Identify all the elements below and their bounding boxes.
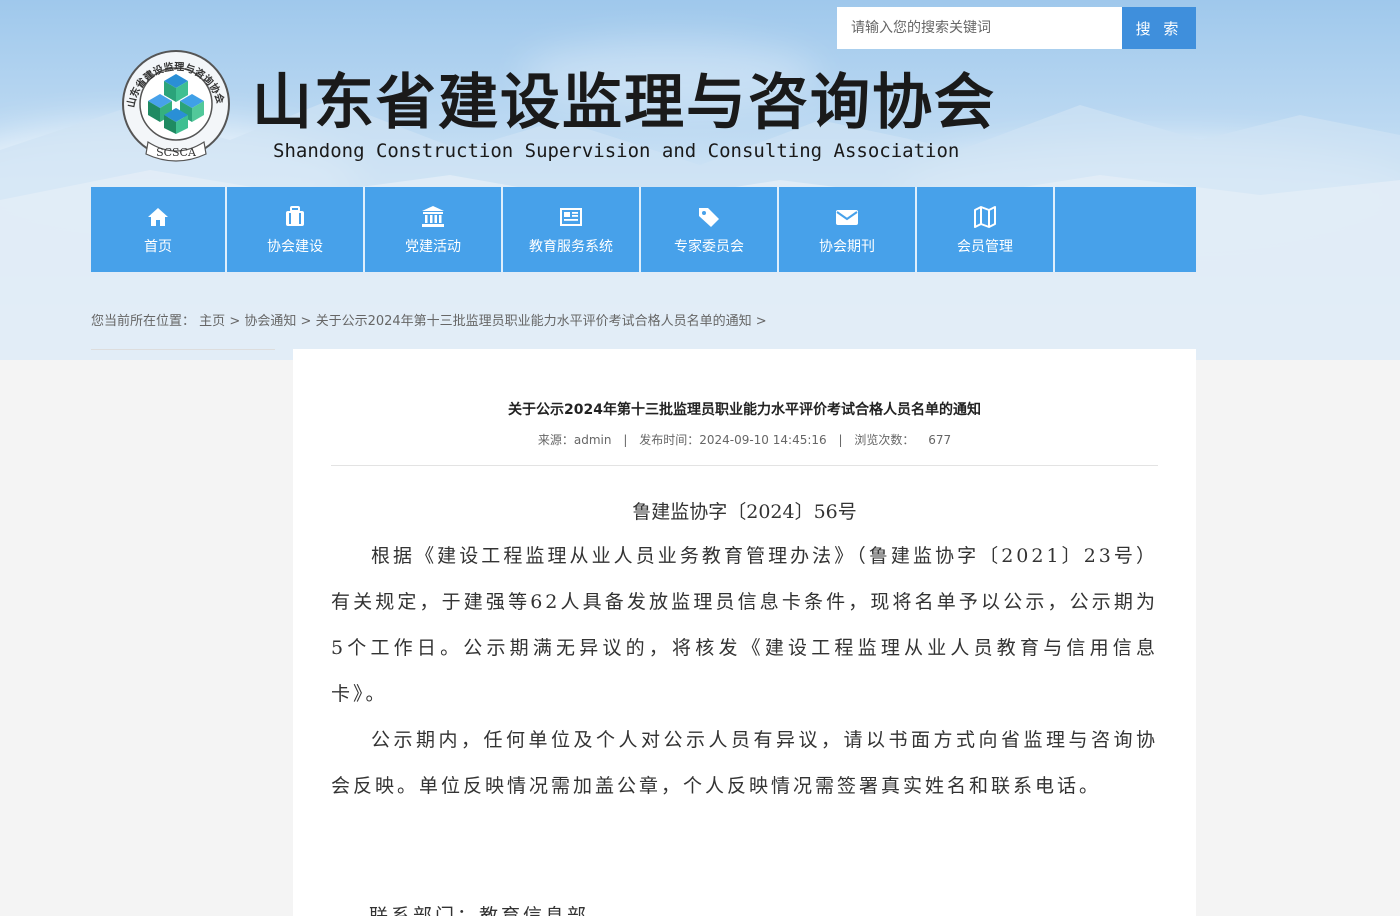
nav-item-members[interactable]: 会员管理 (917, 187, 1055, 272)
breadcrumb-prefix: 您当前所在位置： (91, 314, 196, 329)
newspaper-icon (560, 207, 582, 226)
map-icon (974, 205, 996, 228)
article-meta: 来源：admin | 发布时间：2024-09-10 14:45:16 | 浏览… (293, 431, 1196, 448)
association-logo: 山东省建设监理与咨询协会 SCSCA (122, 50, 230, 162)
article-paragraph: 根据《建设工程监理从业人员业务教育管理办法》（鲁建监协字〔2021〕23号）有关… (331, 545, 1158, 705)
nav-item-label: 协会建设 (267, 238, 323, 255)
sidebar-divider (91, 349, 275, 350)
search-input[interactable] (837, 7, 1122, 49)
nav-item-label: 教育服务系统 (529, 238, 613, 255)
breadcrumb-separator: > (229, 314, 241, 329)
contact-department: 联系部门：教育信息部 (369, 905, 590, 916)
site-subtitle: Shandong Construction Supervision and Co… (273, 140, 960, 162)
nav-item-party[interactable]: 党建活动 (365, 187, 503, 272)
article-paragraph: 公示期内，任何单位及个人对公示人员有异议，请以书面方式向省监理与咨询协会反映。单… (331, 729, 1158, 797)
site-title: 山东省建设监理与咨询协会 (252, 68, 996, 138)
article-source: 来源：admin (537, 433, 612, 447)
nav-item-home[interactable]: 首页 (91, 187, 227, 272)
breadcrumb-separator: > (755, 314, 767, 329)
article-title: 关于公示2024年第十三批监理员职业能力水平评价考试合格人员名单的通知 (508, 402, 981, 418)
nav-item-label: 党建活动 (405, 238, 461, 255)
nav-item-label: 会员管理 (957, 238, 1013, 255)
document-number: 鲁建监协字〔2024〕56号 (632, 501, 857, 523)
nav-item-label: 协会期刊 (819, 238, 875, 255)
nav-item-education[interactable]: 教育服务系统 (503, 187, 641, 272)
nav-item-association[interactable]: 协会建设 (227, 187, 365, 272)
tags-icon (699, 207, 719, 227)
main-nav: 首页 协会建设 党建活动 教育服务系统 专家委员会 协会期刊 会员管理 (91, 187, 1196, 272)
meta-separator: | (623, 433, 628, 447)
breadcrumb-current-link[interactable]: 关于公示2024年第十三批监理员职业能力水平评价考试合格人员名单的通知 (316, 314, 752, 329)
meta-separator: | (838, 433, 843, 447)
article-divider (331, 465, 1158, 466)
nav-item-label: 专家委员会 (674, 238, 744, 255)
article-views-label: 浏览次数： (854, 433, 915, 447)
article-panel: 关于公示2024年第十三批监理员职业能力水平评价考试合格人员名单的通知 来源：a… (293, 349, 1196, 916)
search-button[interactable]: 搜 索 (1122, 7, 1196, 49)
breadcrumb: 您当前所在位置： 主页 > 协会通知 > 关于公示2024年第十三批监理员职业能… (91, 310, 767, 329)
envelope-icon (836, 209, 858, 225)
svg-text:SCSCA: SCSCA (156, 146, 197, 159)
institution-icon (422, 205, 444, 227)
article-published: 发布时间：2024-09-10 14:45:16 (639, 433, 827, 447)
nav-item-journal[interactable]: 协会期刊 (779, 187, 917, 272)
article-views-count: 677 (928, 433, 952, 447)
breadcrumb-home-link[interactable]: 主页 (199, 314, 225, 329)
briefcase-icon (286, 205, 304, 226)
home-icon (148, 207, 168, 226)
breadcrumb-category-link[interactable]: 协会通知 (244, 314, 296, 329)
nav-item-label: 首页 (144, 238, 172, 255)
article-body: 根据《建设工程监理从业人员业务教育管理办法》（鲁建监协字〔2021〕23号）有关… (331, 533, 1158, 809)
nav-item-experts[interactable]: 专家委员会 (641, 187, 779, 272)
nav-filler (1055, 187, 1196, 272)
breadcrumb-separator: > (300, 314, 312, 329)
